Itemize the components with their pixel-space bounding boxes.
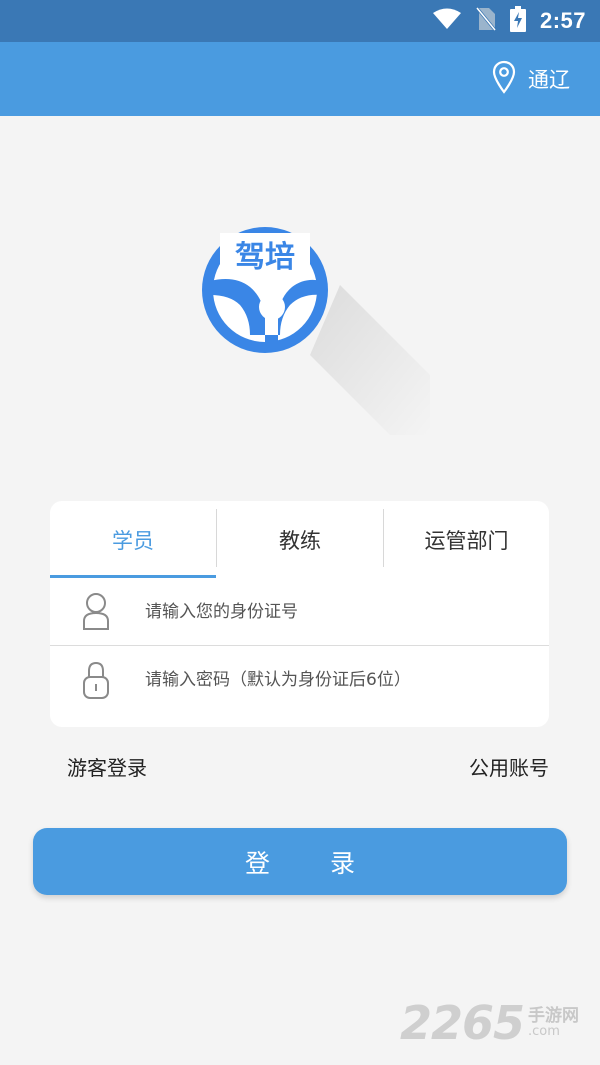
login-button-label: 登录 [244,848,415,878]
watermark-brand: 手游网 [528,1005,580,1026]
user-icon [82,592,110,632]
public-account-link[interactable]: 公用账号 [469,752,549,781]
app-header: 通辽 [0,42,600,116]
logo-text: 驾培 [235,240,295,275]
map-pin-icon [492,60,516,98]
wifi-icon [432,8,462,34]
status-bar: 2:57 [0,0,600,42]
tab-label: 运管部门 [424,528,509,553]
login-button[interactable]: 登录 [33,828,567,895]
watermark-domain: .com [528,1024,560,1040]
tab-student[interactable]: 学员 [50,501,216,578]
status-time: 2:57 [539,8,586,33]
status-icons: 2:57 [432,0,586,42]
login-card: 学员 教练 运管部门 [50,501,549,727]
guest-login-link[interactable]: 游客登录 [67,752,147,781]
id-number-input[interactable] [145,591,535,632]
role-tabs: 学员 教练 运管部门 [50,501,549,578]
tab-label: 学员 [112,528,154,553]
watermark-number: 2265 [400,996,525,1050]
password-row [50,646,549,713]
app-logo: 驾培 [190,225,430,445]
password-input[interactable] [145,659,535,700]
tab-transport-dept[interactable]: 运管部门 [384,501,549,578]
tab-label: 教练 [279,528,321,553]
id-number-row [50,578,549,645]
location-label: 通辽 [528,68,570,92]
lock-icon [82,660,110,700]
watermark: 2265 手游网 .com [400,996,579,1050]
location-button[interactable]: 通辽 [492,42,570,116]
watermark-brand-block: 手游网 .com [528,1005,580,1040]
battery-charging-icon [509,6,526,36]
no-sim-icon [475,7,497,35]
tab-coach[interactable]: 教练 [217,501,383,578]
